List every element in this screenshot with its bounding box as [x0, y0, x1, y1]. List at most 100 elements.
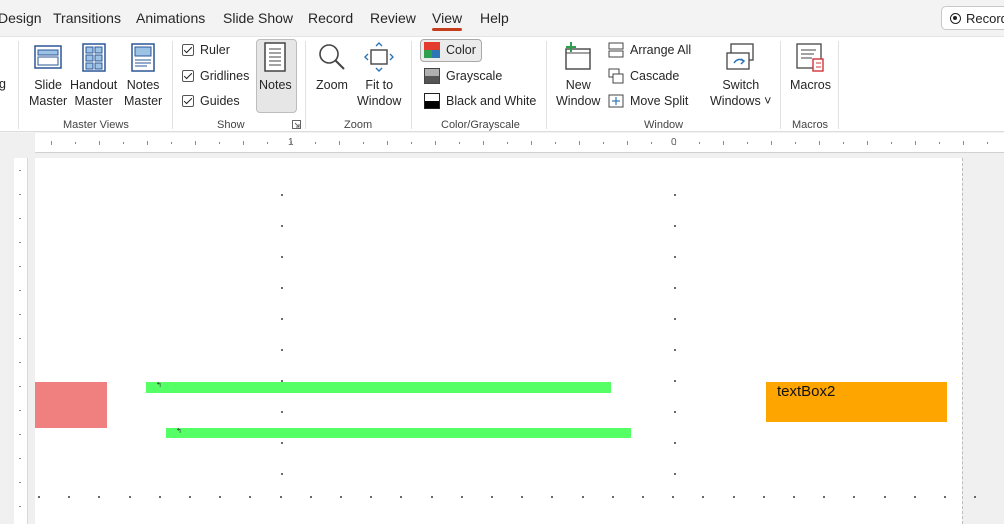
notes-master-button[interactable]: Notes Master [124, 41, 162, 109]
textbox2-shape[interactable]: textBox2 [766, 382, 947, 422]
slide-boundary [962, 158, 963, 524]
color-icon [424, 42, 440, 58]
grid-dot [674, 473, 676, 475]
gridlines-checkbox[interactable]: Gridlines [182, 66, 249, 86]
tab-record[interactable]: Record [308, 10, 353, 26]
handout-master-button[interactable]: Handout Master [70, 41, 117, 109]
grid-dot [281, 442, 283, 444]
grid-dot [38, 496, 40, 498]
grid-dot [310, 496, 312, 498]
pink-rectangle-shape[interactable] [35, 382, 107, 428]
ruler-corner [0, 133, 35, 153]
green-bar-shape-1[interactable]: ↰ [146, 382, 611, 393]
ruler-tick [219, 142, 220, 144]
ruler-tick [267, 142, 268, 144]
record-button[interactable]: Record [941, 6, 1004, 30]
checkmark-icon [182, 44, 194, 56]
ruler-tick [19, 410, 21, 411]
ruler-tick [699, 142, 700, 144]
move-split-button[interactable]: Move Split [608, 91, 688, 111]
grid-dot [189, 496, 191, 498]
grid-dot [674, 225, 676, 227]
dialog-launcher-icon[interactable] [292, 120, 301, 129]
grid-dot [281, 194, 283, 196]
ruler-tick [579, 141, 580, 145]
tab-design[interactable]: Design [0, 10, 42, 26]
green-bar-shape-2[interactable]: ↰ [166, 428, 631, 438]
ruler-tick [19, 290, 21, 291]
black-and-white-button[interactable]: Black and White [424, 91, 536, 111]
ruler-tick [435, 141, 436, 145]
vertical-ruler[interactable] [14, 158, 28, 524]
move-split-icon [608, 94, 624, 108]
macros-label: Macros [790, 78, 831, 92]
slide-canvas[interactable] [35, 158, 962, 524]
separator [305, 41, 306, 129]
ruler-tick [819, 141, 820, 145]
macros-group-label: Macros [792, 119, 829, 131]
switch-windows-button[interactable]: Switch Windows ˅ [710, 41, 771, 109]
ruler-tick [723, 141, 724, 145]
new-window-button[interactable]: New Window [556, 41, 600, 109]
grid-dot [733, 496, 735, 498]
grid-dot [674, 349, 676, 351]
macros-button[interactable]: Macros [790, 41, 831, 93]
black-and-white-label: Black and White [446, 94, 537, 108]
ruler-tick [771, 141, 772, 145]
ruler-checkbox[interactable]: Ruler [182, 40, 230, 60]
ruler-tick [51, 141, 52, 145]
notes-button[interactable]: Notes [259, 41, 292, 93]
guides-checkbox[interactable]: Guides [182, 91, 240, 111]
zoom-button[interactable]: Zoom [316, 41, 348, 93]
color-label: Color [446, 43, 476, 57]
tab-view[interactable]: View [432, 10, 463, 31]
record-icon [950, 12, 961, 24]
ruler-tick [19, 506, 21, 507]
partial-ribbon-label: g [0, 77, 6, 91]
switch-windows-icon [726, 43, 754, 70]
grid-dot [974, 496, 976, 498]
slide-workspace[interactable]: 1 0 ↰ ↰ textBox2 [0, 133, 1004, 524]
grid-dot [551, 496, 553, 498]
ruler-tick [651, 142, 652, 144]
tab-review[interactable]: Review [370, 10, 416, 26]
checkmark-icon [182, 70, 194, 82]
horizontal-ruler[interactable]: 1 0 [35, 133, 1004, 153]
grid-dot [582, 496, 584, 498]
arrange-all-label: Arrange All [630, 43, 692, 57]
fit-to-window-button[interactable]: Fit to Window [357, 41, 401, 109]
tab-slide-show[interactable]: Slide Show [223, 10, 293, 26]
grid-dot [672, 496, 674, 498]
grayscale-icon [424, 68, 440, 84]
separator [18, 41, 19, 129]
macros-icon [796, 43, 825, 72]
tab-transitions[interactable]: Transitions [53, 10, 121, 26]
cascade-button[interactable]: Cascade [608, 66, 679, 86]
grid-dot [281, 225, 283, 227]
ruler-tick [19, 386, 21, 387]
separator [838, 41, 839, 129]
slide-master-button[interactable]: Slide Master [29, 41, 67, 109]
grid-dot [642, 496, 644, 498]
handout-master-label-2: Master [74, 94, 113, 108]
grid-dot [674, 411, 676, 413]
ruler-tick [19, 434, 21, 435]
ruler-tick [603, 142, 604, 144]
grid-dot [461, 496, 463, 498]
color-button[interactable]: Color [424, 40, 476, 60]
menu-bar: Design Transitions Animations Slide Show… [0, 0, 1004, 36]
grid-dot [853, 496, 855, 498]
grayscale-button[interactable]: Grayscale [424, 66, 502, 86]
tab-help[interactable]: Help [480, 10, 509, 26]
grid-dot [823, 496, 825, 498]
move-split-label: Move Split [630, 94, 689, 108]
tab-animations[interactable]: Animations [136, 10, 205, 26]
black-and-white-icon [424, 93, 440, 109]
grid-dot [763, 496, 765, 498]
ruler-tick [19, 218, 21, 219]
zoom-group-label: Zoom [344, 119, 373, 131]
record-button-label: Record [966, 10, 1004, 26]
arrange-all-button[interactable]: Arrange All [608, 40, 691, 60]
grid-dot [219, 496, 221, 498]
ruler-tick [891, 142, 892, 144]
